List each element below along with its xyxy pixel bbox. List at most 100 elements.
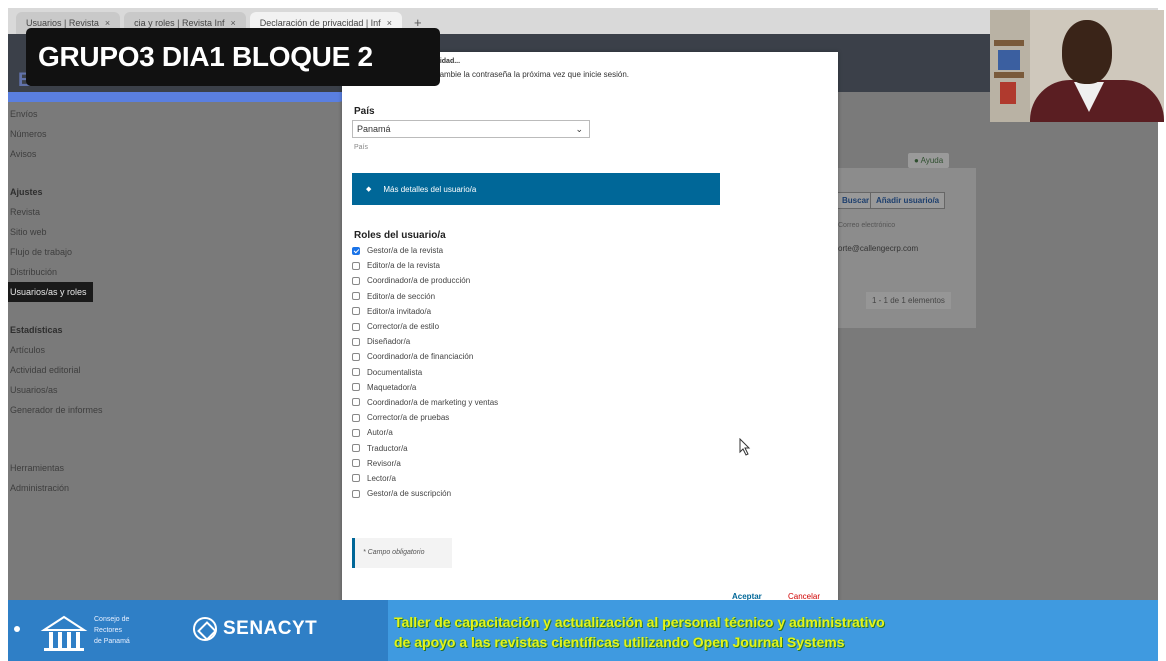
country-select[interactable]: Panamá ⌄	[352, 120, 590, 138]
role-label: Traductor/a	[367, 443, 408, 453]
role-option[interactable]: Revisor/a	[352, 456, 498, 471]
role-option[interactable]: Documentalista	[352, 365, 498, 380]
role-label: Revisor/a	[367, 458, 401, 468]
sidebar-item[interactable]: Administración	[8, 478, 338, 498]
help-button[interactable]: ● Ayuda	[908, 153, 950, 168]
role-option[interactable]: Coordinador/a de marketing y ventas	[352, 395, 498, 410]
role-checkbox[interactable]	[352, 474, 360, 483]
role-checkbox[interactable]	[352, 368, 360, 377]
sidebar-item[interactable]: Sitio web	[8, 222, 338, 242]
header-accent-strip	[8, 92, 348, 102]
building-icon	[40, 615, 88, 651]
sidebar-item[interactable]: Envíos	[8, 104, 338, 124]
sidebar-item-wrapper: Usuarios/as y roles	[8, 282, 338, 302]
presenter-head	[1062, 20, 1112, 84]
role-option[interactable]: Coordinador/a de producción	[352, 273, 498, 288]
required-field-note: * Campo obligatorio	[352, 538, 452, 568]
senacyt-wordmark: SENACYT	[223, 618, 318, 639]
role-checkbox[interactable]	[352, 337, 360, 346]
close-tab-icon[interactable]: ×	[105, 18, 110, 28]
role-checkbox[interactable]	[352, 352, 360, 361]
role-checkbox[interactable]	[352, 398, 360, 407]
senacyt-mark-icon	[193, 617, 217, 641]
banner-ticker: Taller de capacitación y actualización a…	[394, 614, 885, 650]
user-roles-list: Gestor/a de la revista Editor/a de la rev…	[352, 243, 498, 501]
role-checkbox[interactable]	[352, 489, 360, 498]
sidebar-item[interactable]: Usuarios/as	[8, 380, 338, 400]
more-user-details-button[interactable]: ◆ Más detalles del usuario/a	[352, 173, 720, 205]
role-label: Coordinador/a de financiación	[367, 352, 474, 362]
close-tab-icon[interactable]: ×	[231, 18, 236, 28]
role-checkbox[interactable]	[352, 261, 360, 270]
sidebar-item[interactable]: Usuarios/as y roles	[8, 282, 93, 302]
role-option[interactable]: Coordinador/a de financiación	[352, 349, 498, 364]
role-option[interactable]: Corrector/a de pruebas	[352, 410, 498, 425]
role-option[interactable]: Editor/a invitado/a	[352, 304, 498, 319]
role-label: Maquetador/a	[367, 382, 417, 392]
webcam-shelf-board	[994, 40, 1024, 46]
sidebar-item[interactable]: Avisos	[8, 144, 338, 164]
email-column-header: Correo electrónico	[838, 222, 896, 229]
role-label: Diseñador/a	[367, 337, 411, 347]
help-icon: ●	[914, 156, 921, 165]
sidebar-item[interactable]: Generador de informes	[8, 400, 338, 420]
webcam-books	[998, 50, 1020, 70]
password-change-option[interactable]: que cambie la contraseña la próxima vez …	[420, 70, 629, 79]
role-checkbox[interactable]	[352, 459, 360, 468]
rectors-council-logo: Consejo de Rectores de Panamá	[36, 606, 186, 654]
role-label: Documentalista	[367, 367, 423, 377]
sidebar-section-heading	[8, 438, 338, 458]
sidebar-item[interactable]: Artículos	[8, 340, 338, 360]
senacyt-logo: SENACYT	[193, 614, 317, 644]
sidebar-nav: Envíos Números Avisos Ajustes Revista Sitio w…	[8, 104, 338, 498]
role-checkbox[interactable]	[352, 292, 360, 301]
role-option[interactable]: Gestor/a de suscripción	[352, 486, 498, 501]
role-checkbox[interactable]	[352, 246, 360, 255]
role-checkbox[interactable]	[352, 307, 360, 316]
role-label: Gestor/a de suscripción	[367, 489, 452, 499]
country-label: País	[354, 106, 375, 117]
role-checkbox[interactable]	[352, 413, 360, 422]
role-option[interactable]: Editor/a de sección	[352, 289, 498, 304]
role-checkbox[interactable]	[352, 444, 360, 453]
email-cell: orte@callengecrp.com	[838, 244, 919, 253]
role-option[interactable]: Maquetador/a	[352, 380, 498, 395]
role-option[interactable]: Gestor/a de la revista	[352, 243, 498, 258]
role-option[interactable]: Diseñador/a	[352, 334, 498, 349]
sidebar-item[interactable]: Herramientas	[8, 458, 338, 478]
user-roles-title: Roles del usuario/a	[354, 230, 446, 241]
pagination-info: 1 - 1 de 1 elementos	[866, 292, 951, 309]
presenter-webcam	[990, 10, 1164, 122]
role-label: Editor/a invitado/a	[367, 306, 432, 316]
sidebar-item[interactable]: Distribución	[8, 262, 338, 282]
role-label: Corrector/a de estilo	[367, 322, 440, 332]
role-checkbox[interactable]	[352, 276, 360, 285]
mouse-cursor-icon	[739, 438, 751, 456]
role-label: Editor/a de la revista	[367, 261, 440, 271]
sidebar-section-heading: Estadísticas	[10, 325, 63, 335]
video-frame: Usuarios | Revista × cia y roles | Revista…	[0, 0, 1166, 661]
event-banner: Consejo de Rectores de Panamá SENACYT Ta…	[8, 600, 1158, 661]
banner-dot	[14, 626, 20, 632]
role-checkbox[interactable]	[352, 428, 360, 437]
role-label: Coordinador/a de producción	[367, 276, 471, 286]
role-label: Editor/a de sección	[367, 291, 436, 301]
role-checkbox[interactable]	[352, 383, 360, 392]
sidebar-section-heading: Ajustes	[10, 187, 43, 197]
role-label: Gestor/a de la revista	[367, 246, 444, 256]
close-tab-icon[interactable]: ×	[387, 18, 392, 28]
sidebar-item[interactable]: Revista	[8, 202, 338, 222]
role-option[interactable]: Autor/a	[352, 425, 498, 440]
role-option[interactable]: Corrector/a de estilo	[352, 319, 498, 334]
add-user-button[interactable]: Añadir usuario/a	[870, 192, 946, 209]
role-option[interactable]: Editor/a de la revista	[352, 258, 498, 273]
sidebar-item[interactable]: Flujo de trabajo	[8, 242, 338, 262]
role-option[interactable]: Traductor/a	[352, 440, 498, 455]
role-checkbox[interactable]	[352, 322, 360, 331]
role-option[interactable]: Lector/a	[352, 471, 498, 486]
role-label: Corrector/a de pruebas	[367, 413, 450, 423]
sidebar-item[interactable]: Números	[8, 124, 338, 144]
sidebar-item[interactable]: Actividad editorial	[8, 360, 338, 380]
webcam-books	[1000, 82, 1016, 104]
bullet-icon: ◆	[366, 186, 372, 193]
